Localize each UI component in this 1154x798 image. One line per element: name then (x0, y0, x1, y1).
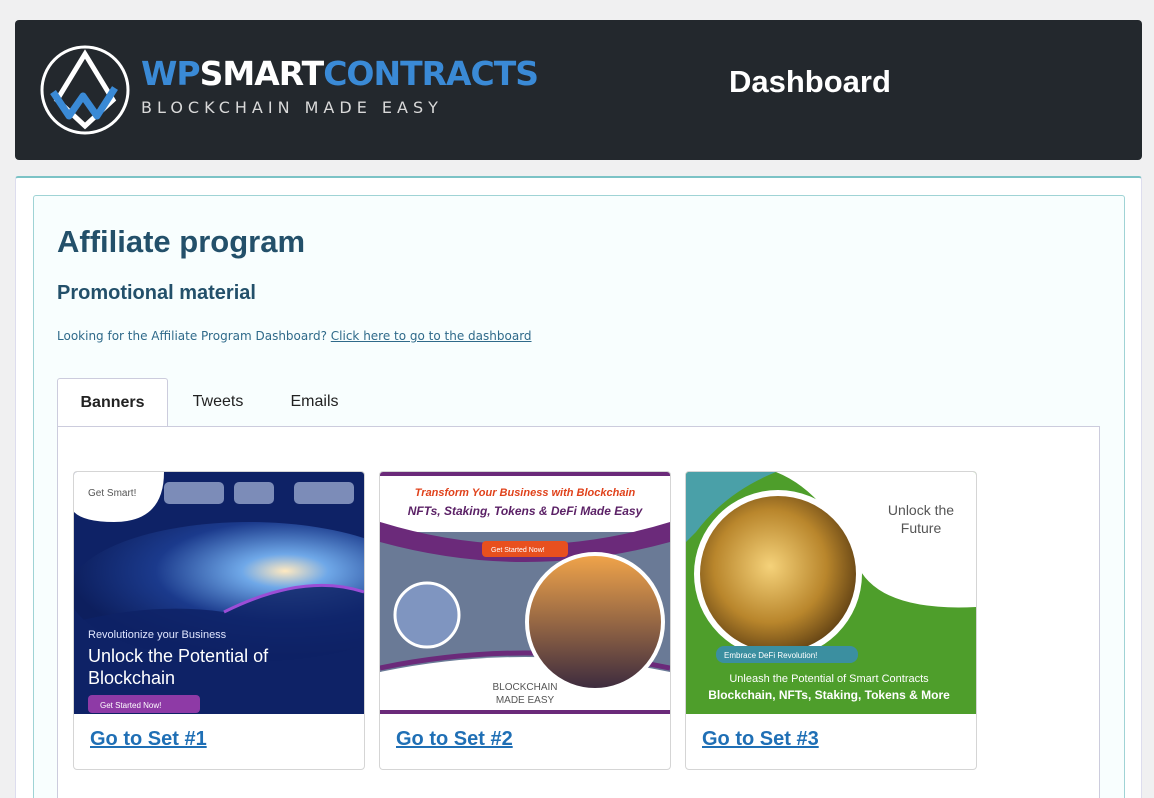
dashboard-note: Looking for the Affiliate Program Dashbo… (57, 329, 532, 343)
go-to-set-1-link[interactable]: Go to Set #1 (90, 728, 207, 751)
top-header: WPSMARTCONTRACTS BLOCKCHAIN MADE EASY Da… (15, 20, 1142, 160)
brand: WPSMARTCONTRACTS BLOCKCHAIN MADE EASY (141, 54, 539, 117)
banner-card-2: Transform Your Business with Blockchain … (379, 471, 671, 770)
banners-panel: Get Smart! Revolutionize your Business U… (57, 426, 1100, 798)
banner-image-set-1[interactable]: Get Smart! Revolutionize your Business U… (74, 472, 364, 714)
banner2-footer-1: BLOCKCHAIN (492, 682, 557, 693)
banner3-corner-2: Future (901, 520, 942, 536)
banner-image-set-2[interactable]: Transform Your Business with Blockchain … (380, 472, 670, 714)
banner2-headline-1: Transform Your Business with Blockchain (415, 487, 636, 499)
dashboard-link[interactable]: Click here to go to the dashboard (331, 329, 532, 343)
brand-name: WPSMARTCONTRACTS (141, 54, 539, 94)
banner1-headline-1: Unlock the Potential of (88, 646, 269, 666)
banner3-line-1: Unleash the Potential of Smart Contracts (729, 673, 929, 685)
content-wrapper: Affiliate program Promotional material L… (15, 176, 1142, 798)
tab-tweets[interactable]: Tweets (168, 378, 268, 427)
banner1-cta: Get Started Now! (100, 701, 161, 710)
banner-image-set-3[interactable]: Unlock the Future Embrace DeFi Revolutio… (686, 472, 976, 714)
tab-emails[interactable]: Emails (268, 378, 361, 427)
banner3-cta: Embrace DeFi Revolution! (724, 651, 817, 660)
banner1-badge: Get Smart! (88, 488, 136, 499)
banner1-kicker: Revolutionize your Business (88, 629, 227, 641)
affiliate-panel: Affiliate program Promotional material L… (33, 195, 1125, 798)
banner3-line-2: Blockchain, NFTs, Staking, Tokens & More (708, 688, 950, 702)
banner2-cta: Get Started Now! (491, 547, 545, 554)
banner2-headline-2: NFTs, Staking, Tokens & DeFi Made Easy (408, 504, 644, 518)
dashboard-note-text: Looking for the Affiliate Program Dashbo… (57, 329, 327, 343)
wp-smart-contracts-logo-icon (40, 45, 130, 135)
brand-contracts: CONTRACTS (323, 54, 539, 93)
page-title: Affiliate program (57, 224, 306, 259)
brand-tagline: BLOCKCHAIN MADE EASY (141, 98, 443, 117)
banner-card-1: Get Smart! Revolutionize your Business U… (73, 471, 365, 770)
go-to-set-2-link[interactable]: Go to Set #2 (396, 728, 513, 751)
tab-banners[interactable]: Banners (57, 378, 168, 427)
go-to-set-3-link[interactable]: Go to Set #3 (702, 728, 819, 751)
section-title: Promotional material (57, 282, 256, 304)
header-title: Dashboard (729, 64, 891, 99)
banner3-corner-1: Unlock the (888, 502, 954, 518)
banner-card-3: Unlock the Future Embrace DeFi Revolutio… (685, 471, 977, 770)
brand-smart: SMART (199, 54, 325, 93)
banner1-headline-2: Blockchain (88, 668, 175, 688)
banner2-footer-2: MADE EASY (496, 695, 555, 706)
brand-wp: WP (141, 54, 201, 93)
